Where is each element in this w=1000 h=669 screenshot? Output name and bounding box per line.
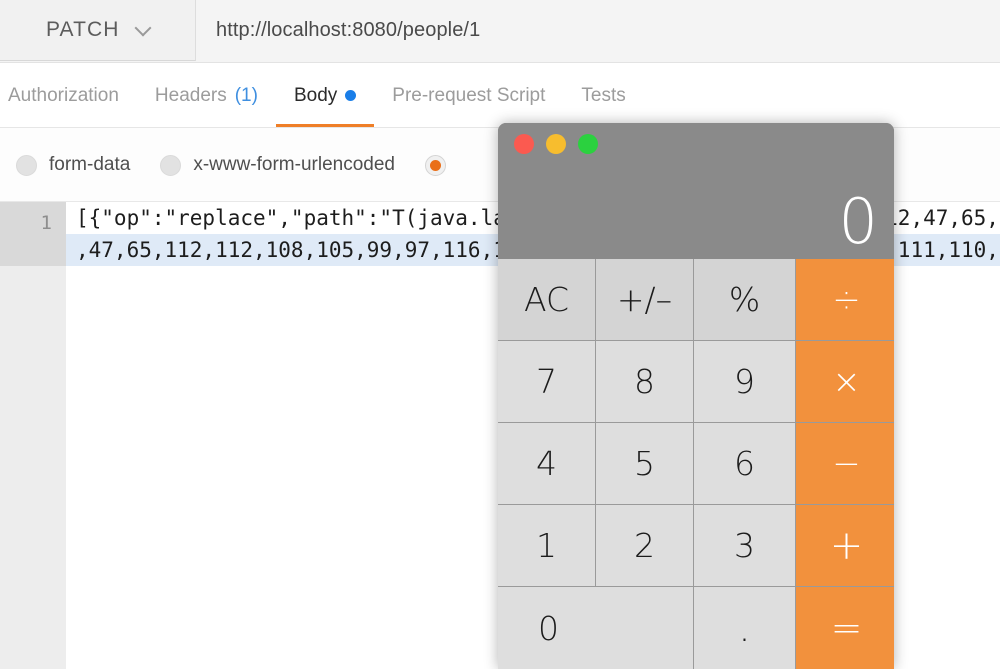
digit-7-key[interactable]: 7: [498, 341, 595, 422]
radio-icon-selected[interactable]: [425, 155, 446, 176]
divide-key[interactable]: ÷: [796, 259, 894, 340]
tab-body-modified-dot: [345, 90, 356, 101]
radio-icon[interactable]: [16, 155, 37, 176]
digit-4-key[interactable]: 4: [498, 423, 595, 504]
sign-toggle-key[interactable]: +/–: [596, 259, 693, 340]
digit-2-key[interactable]: 2: [596, 505, 693, 586]
url-input[interactable]: http://localhost:8080/people/1: [196, 0, 1000, 61]
calculator-display: 0: [839, 191, 878, 253]
tab-pre-request-script-label: Pre-request Script: [392, 85, 545, 107]
digit-9-key[interactable]: 9: [694, 341, 795, 422]
url-value: http://localhost:8080/people/1: [216, 19, 480, 42]
decimal-point-key[interactable]: .: [694, 587, 795, 669]
radio-icon[interactable]: [160, 155, 181, 176]
zoom-button-icon[interactable]: [578, 134, 598, 154]
percent-key[interactable]: %: [694, 259, 795, 340]
multiply-key[interactable]: ×: [796, 341, 894, 422]
calculator-titlebar[interactable]: 0: [498, 123, 894, 259]
tab-body-label: Body: [294, 85, 337, 107]
body-type-form-data[interactable]: form-data: [16, 154, 130, 176]
minimize-button-icon[interactable]: [546, 134, 566, 154]
digit-8-key[interactable]: 8: [596, 341, 693, 422]
digit-1-key[interactable]: 1: [498, 505, 595, 586]
body-type-x-www-form-urlencoded[interactable]: x-www-form-urlencoded: [160, 154, 395, 176]
request-tabs: Authorization Headers (1) Body Pre-reque…: [0, 63, 1000, 128]
calculator-window[interactable]: 0 AC +/– % ÷ 7 8 9 × 4 5 6 − 1 2 3 + 0 .…: [498, 123, 894, 669]
all-clear-key[interactable]: AC: [498, 259, 595, 340]
add-key[interactable]: +: [796, 505, 894, 586]
close-button-icon[interactable]: [514, 134, 534, 154]
body-type-x-www-form-urlencoded-label: x-www-form-urlencoded: [193, 154, 395, 176]
request-bar: PATCH http://localhost:8080/people/1: [0, 0, 1000, 63]
tab-tests-label: Tests: [581, 85, 625, 107]
tab-pre-request-script[interactable]: Pre-request Script: [374, 63, 563, 128]
http-method-label: PATCH: [46, 18, 120, 42]
digit-0-key[interactable]: 0: [498, 587, 693, 669]
body-type-form-data-label: form-data: [49, 154, 130, 176]
digit-3-key[interactable]: 3: [694, 505, 795, 586]
editor-line-number: 1: [0, 212, 52, 234]
tab-headers-label: Headers: [155, 85, 227, 107]
app-root: PATCH http://localhost:8080/people/1 Aut…: [0, 0, 1000, 669]
tab-tests[interactable]: Tests: [563, 63, 643, 128]
equals-key[interactable]: =: [796, 587, 894, 669]
calculator-keypad: AC +/– % ÷ 7 8 9 × 4 5 6 − 1 2 3 + 0 . =: [498, 259, 894, 669]
window-controls: [514, 134, 598, 154]
body-type-raw[interactable]: [425, 155, 458, 176]
tab-authorization[interactable]: Authorization: [0, 63, 137, 128]
tab-headers[interactable]: Headers (1): [137, 63, 276, 128]
digit-5-key[interactable]: 5: [596, 423, 693, 504]
tab-body[interactable]: Body: [276, 63, 374, 128]
chevron-down-icon: [136, 21, 151, 36]
http-method-dropdown[interactable]: PATCH: [0, 0, 196, 61]
subtract-key[interactable]: −: [796, 423, 894, 504]
tab-authorization-label: Authorization: [8, 85, 119, 107]
tab-headers-count: (1): [235, 85, 258, 107]
digit-6-key[interactable]: 6: [694, 423, 795, 504]
editor-gutter: [0, 266, 66, 669]
